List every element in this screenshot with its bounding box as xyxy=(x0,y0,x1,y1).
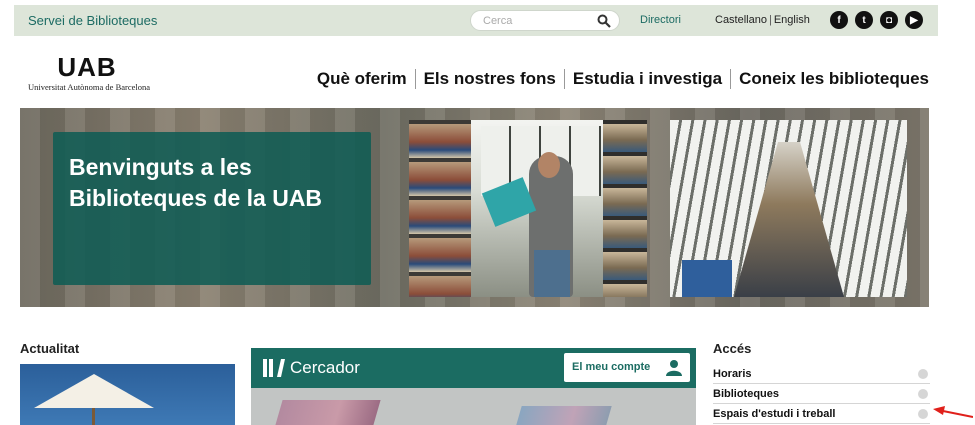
banner-photo-study-hall xyxy=(670,120,907,297)
my-account-button[interactable]: El meu compte xyxy=(564,353,690,382)
nav-item-coneix-les-biblioteques[interactable]: Coneix les biblioteques xyxy=(731,69,929,89)
nav-item-estudia-i-investiga[interactable]: Estudia i investiga xyxy=(565,69,730,89)
logo-text: UAB xyxy=(57,52,117,82)
photo-person-legs xyxy=(534,250,570,297)
search-widget: Cercador El meu compte xyxy=(251,348,696,425)
photo-shelf-left xyxy=(409,120,471,297)
search-widget-header: Cercador El meu compte xyxy=(251,348,696,388)
language-switcher: Castellano | English xyxy=(715,14,810,26)
photo-shelf-right xyxy=(603,120,647,297)
chevron-right-icon xyxy=(918,369,928,379)
directory-link[interactable]: Directori xyxy=(640,14,681,26)
facebook-icon[interactable]: f xyxy=(830,11,848,29)
search-widget-title: Cercador xyxy=(290,358,360,377)
access-item-label: Biblioteques xyxy=(713,388,780,400)
search-icon[interactable] xyxy=(597,14,611,28)
banner-photo-student xyxy=(409,120,647,297)
user-icon xyxy=(666,360,682,376)
access-item-biblioteques[interactable]: Biblioteques xyxy=(713,384,930,404)
search-box xyxy=(470,10,620,31)
social-links: f t ◘ ▶ xyxy=(830,11,923,29)
news-image[interactable] xyxy=(20,364,235,425)
site-name-link[interactable]: Servei de Biblioteques xyxy=(28,13,157,28)
twitter-icon[interactable]: t xyxy=(855,11,873,29)
lang-separator: | xyxy=(768,14,772,26)
uab-logo[interactable]: UAB Universitat Autònoma de Barcelona xyxy=(28,54,178,92)
access-item-label: Horaris xyxy=(713,368,752,380)
access-item-espais[interactable]: Espais d'estudi i treball xyxy=(713,404,930,424)
chevron-right-icon xyxy=(918,389,928,399)
access-title: Accés xyxy=(713,341,752,356)
news-title: Actualitat xyxy=(20,341,80,356)
logo-subtitle: Universitat Autònoma de Barcelona xyxy=(28,82,151,92)
lang-castellano-link[interactable]: Castellano xyxy=(715,14,767,26)
youtube-icon[interactable]: ▶ xyxy=(905,11,923,29)
nav-item-els-nostres-fons[interactable]: Els nostres fons xyxy=(416,69,564,89)
cercador-logo-icon xyxy=(263,359,285,377)
photo-person-head xyxy=(538,152,560,178)
top-bar: Servei de Biblioteques Directori Castell… xyxy=(14,5,938,36)
instagram-icon[interactable]: ◘ xyxy=(880,11,898,29)
access-list: Horaris Biblioteques Espais d'estudi i t… xyxy=(713,364,930,424)
lang-english-link[interactable]: English xyxy=(774,14,810,26)
photo-blue-panel xyxy=(682,260,732,297)
welcome-heading: Benvinguts a les Biblioteques de la UAB xyxy=(69,154,323,211)
access-item-label: Espais d'estudi i treball xyxy=(713,408,836,420)
welcome-panel: Benvinguts a les Biblioteques de la UAB xyxy=(53,132,371,285)
books-image-right xyxy=(516,406,612,425)
chevron-right-icon xyxy=(918,409,928,419)
search-input[interactable] xyxy=(483,13,583,28)
my-account-label: El meu compte xyxy=(572,361,651,373)
main-nav: Què oferim Els nostres fons Estudia i in… xyxy=(309,69,929,89)
access-item-horaris[interactable]: Horaris xyxy=(713,364,930,384)
umbrella-shape xyxy=(34,374,154,408)
hero-banner: Benvinguts a les Biblioteques de la UAB xyxy=(20,108,929,307)
books-image-left xyxy=(275,400,381,425)
nav-item-que-oferim[interactable]: Què oferim xyxy=(309,69,415,89)
annotation-arrow-icon xyxy=(933,406,973,418)
